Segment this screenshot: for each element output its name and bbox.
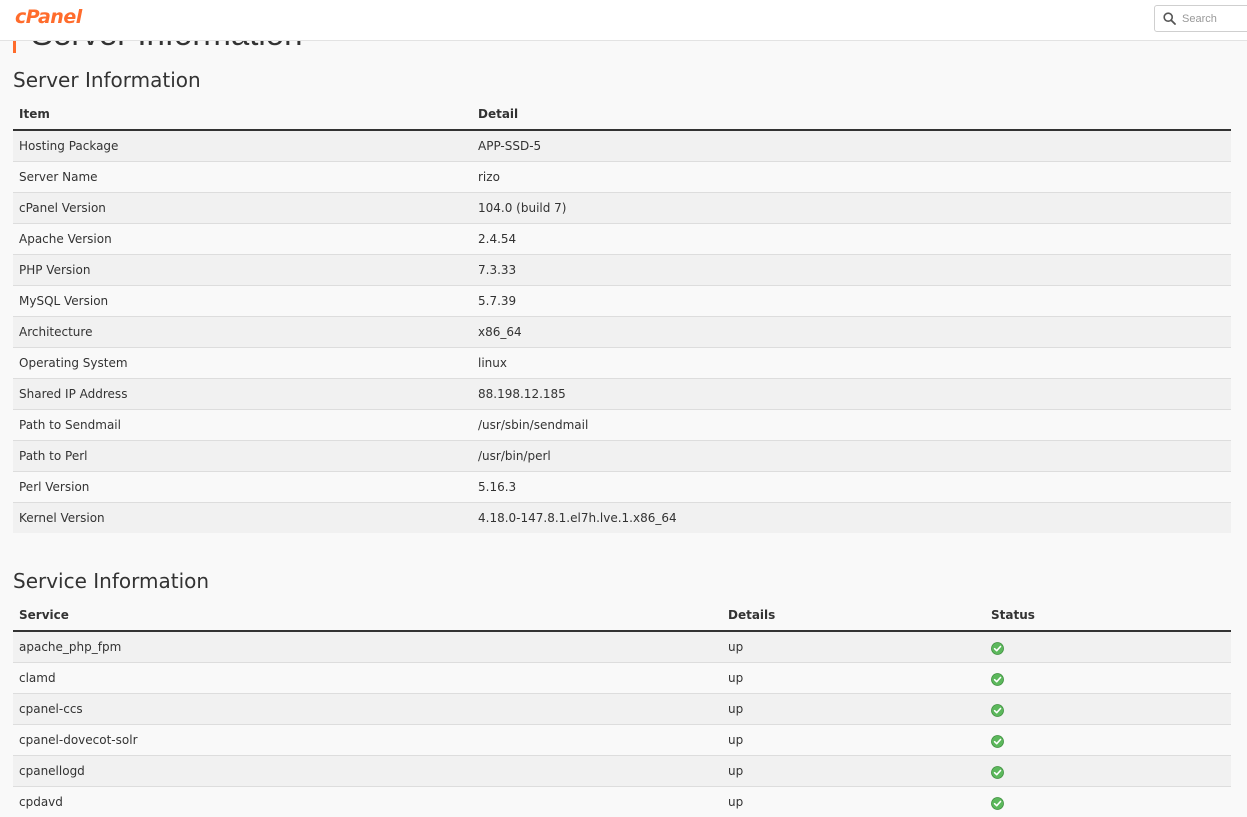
service-status-cell bbox=[985, 725, 1231, 756]
service-name-cell: cpdavd bbox=[13, 787, 722, 817]
table-row: cpanel-ccsup bbox=[13, 694, 1231, 725]
item-cell: Kernel Version bbox=[13, 503, 472, 534]
table-header-row: Item Detail bbox=[13, 99, 1231, 130]
item-cell: Architecture bbox=[13, 317, 472, 348]
item-cell: Path to Perl bbox=[13, 441, 472, 472]
item-cell: Apache Version bbox=[13, 224, 472, 255]
table-row: Kernel Version4.18.0-147.8.1.el7h.lve.1.… bbox=[13, 503, 1231, 534]
cpanel-logo[interactable]: cPanel bbox=[15, 6, 82, 28]
service-details-cell: up bbox=[722, 787, 985, 817]
detail-cell: 4.18.0-147.8.1.el7h.lve.1.x86_64 bbox=[472, 503, 1231, 534]
detail-cell: 7.3.33 bbox=[472, 255, 1231, 286]
item-cell: MySQL Version bbox=[13, 286, 472, 317]
ok-icon bbox=[991, 704, 1004, 717]
item-cell: PHP Version bbox=[13, 255, 472, 286]
column-header-service: Service bbox=[13, 600, 722, 631]
service-status-cell bbox=[985, 694, 1231, 725]
service-details-cell: up bbox=[722, 694, 985, 725]
table-row: MySQL Version5.7.39 bbox=[13, 286, 1231, 317]
table-row: Architecturex86_64 bbox=[13, 317, 1231, 348]
server-information-table: Item Detail Hosting PackageAPP-SSD-5Serv… bbox=[13, 99, 1231, 533]
detail-cell: 2.4.54 bbox=[472, 224, 1231, 255]
ok-icon bbox=[991, 673, 1004, 686]
table-row: cpanel-dovecot-solrup bbox=[13, 725, 1231, 756]
table-row: Shared IP Address88.198.12.185 bbox=[13, 379, 1231, 410]
ok-icon bbox=[991, 797, 1004, 810]
detail-cell: /usr/bin/perl bbox=[472, 441, 1231, 472]
detail-cell: /usr/sbin/sendmail bbox=[472, 410, 1231, 441]
column-header-status: Status bbox=[985, 600, 1231, 631]
service-name-cell: cpanel-ccs bbox=[13, 694, 722, 725]
service-details-cell: up bbox=[722, 725, 985, 756]
detail-cell: APP-SSD-5 bbox=[472, 130, 1231, 162]
service-information-table: Service Details Status apache_php_fpmup … bbox=[13, 600, 1231, 817]
ok-icon bbox=[991, 735, 1004, 748]
table-row: cpdavdup bbox=[13, 787, 1231, 817]
detail-cell: 5.16.3 bbox=[472, 472, 1231, 503]
item-cell: Hosting Package bbox=[13, 130, 472, 162]
column-header-details: Details bbox=[722, 600, 985, 631]
search-box[interactable] bbox=[1154, 5, 1247, 32]
service-name-cell: apache_php_fpm bbox=[13, 631, 722, 663]
detail-cell: 88.198.12.185 bbox=[472, 379, 1231, 410]
table-row: cpanellogdup bbox=[13, 756, 1231, 787]
service-details-cell: up bbox=[722, 663, 985, 694]
table-row: Operating Systemlinux bbox=[13, 348, 1231, 379]
service-status-cell bbox=[985, 756, 1231, 787]
service-information-title: Service Information bbox=[13, 569, 209, 593]
table-row: cPanel Version104.0 (build 7) bbox=[13, 193, 1231, 224]
server-information-title: Server Information bbox=[13, 68, 201, 92]
service-details-cell: up bbox=[722, 631, 985, 663]
table-row: Hosting PackageAPP-SSD-5 bbox=[13, 130, 1231, 162]
service-status-cell bbox=[985, 663, 1231, 694]
search-input[interactable] bbox=[1182, 9, 1247, 28]
ok-icon bbox=[991, 766, 1004, 779]
table-row: Path to Perl/usr/bin/perl bbox=[13, 441, 1231, 472]
ok-icon bbox=[991, 642, 1004, 655]
column-header-detail: Detail bbox=[472, 99, 1231, 130]
top-bar: cPanel bbox=[0, 0, 1247, 41]
table-row: Server Namerizo bbox=[13, 162, 1231, 193]
service-status-cell bbox=[985, 787, 1231, 817]
detail-cell: 104.0 (build 7) bbox=[472, 193, 1231, 224]
service-details-cell: up bbox=[722, 756, 985, 787]
item-cell: Shared IP Address bbox=[13, 379, 472, 410]
service-name-cell: cpanellogd bbox=[13, 756, 722, 787]
service-name-cell: clamd bbox=[13, 663, 722, 694]
detail-cell: x86_64 bbox=[472, 317, 1231, 348]
table-row: apache_php_fpmup bbox=[13, 631, 1231, 663]
detail-cell: 5.7.39 bbox=[472, 286, 1231, 317]
table-row: Perl Version5.16.3 bbox=[13, 472, 1231, 503]
item-cell: cPanel Version bbox=[13, 193, 472, 224]
item-cell: Server Name bbox=[13, 162, 472, 193]
service-name-cell: cpanel-dovecot-solr bbox=[13, 725, 722, 756]
table-header-row: Service Details Status bbox=[13, 600, 1231, 631]
item-cell: Operating System bbox=[13, 348, 472, 379]
column-header-item: Item bbox=[13, 99, 472, 130]
table-row: clamdup bbox=[13, 663, 1231, 694]
table-row: Apache Version2.4.54 bbox=[13, 224, 1231, 255]
table-row: PHP Version7.3.33 bbox=[13, 255, 1231, 286]
table-row: Path to Sendmail/usr/sbin/sendmail bbox=[13, 410, 1231, 441]
search-icon bbox=[1163, 12, 1176, 25]
service-status-cell bbox=[985, 631, 1231, 663]
detail-cell: rizo bbox=[472, 162, 1231, 193]
item-cell: Path to Sendmail bbox=[13, 410, 472, 441]
item-cell: Perl Version bbox=[13, 472, 472, 503]
detail-cell: linux bbox=[472, 348, 1231, 379]
